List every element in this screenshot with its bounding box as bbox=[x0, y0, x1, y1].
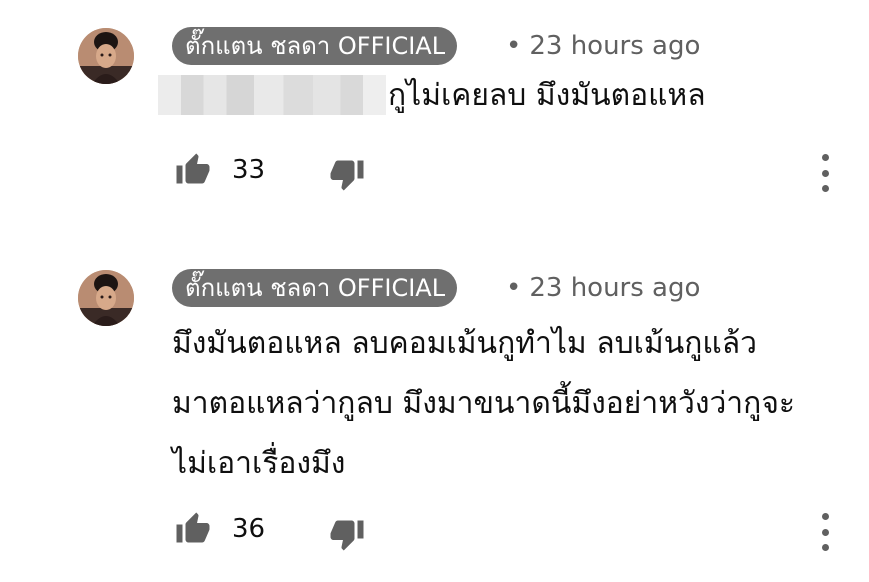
avatar-image bbox=[78, 270, 134, 326]
menu-dot bbox=[821, 513, 829, 520]
comment-line: ไม่เอาเรื่องมึง bbox=[172, 446, 346, 481]
more-vertical-icon[interactable] bbox=[818, 513, 832, 551]
meta-separator: • bbox=[506, 273, 522, 303]
thumbs-up-icon[interactable] bbox=[174, 511, 212, 547]
comment-2: ตั๊กแตน ชลดา OFFICIAL • 23 hours ago มึงม… bbox=[0, 0, 869, 582]
author-name[interactable]: ตั๊กแตน ชลดา OFFICIAL bbox=[172, 269, 458, 307]
like-count: 36 bbox=[232, 514, 266, 544]
thumbs-down-icon[interactable] bbox=[328, 516, 366, 552]
timestamp[interactable]: 23 hours ago bbox=[529, 273, 700, 303]
comment-time: • 23 hours ago bbox=[506, 269, 700, 307]
avatar[interactable] bbox=[78, 270, 134, 326]
comment-line: มาตอแหลว่ากูลบ มึงมาขนาดนี้มึงอย่าหวังว่… bbox=[172, 386, 796, 421]
dislike-action bbox=[328, 516, 366, 552]
comment-text: มึงมันตอแหล ลบคอมเม้นกูทำไม ลบเม้นกูแล้ว… bbox=[172, 314, 795, 494]
menu-dot bbox=[821, 528, 829, 536]
comment-line: มึงมันตอแหล ลบคอมเม้นกูทำไม ลบเม้นกูแล้ว bbox=[172, 326, 757, 361]
menu-dot bbox=[821, 544, 829, 551]
like-action: 36 bbox=[174, 509, 265, 549]
